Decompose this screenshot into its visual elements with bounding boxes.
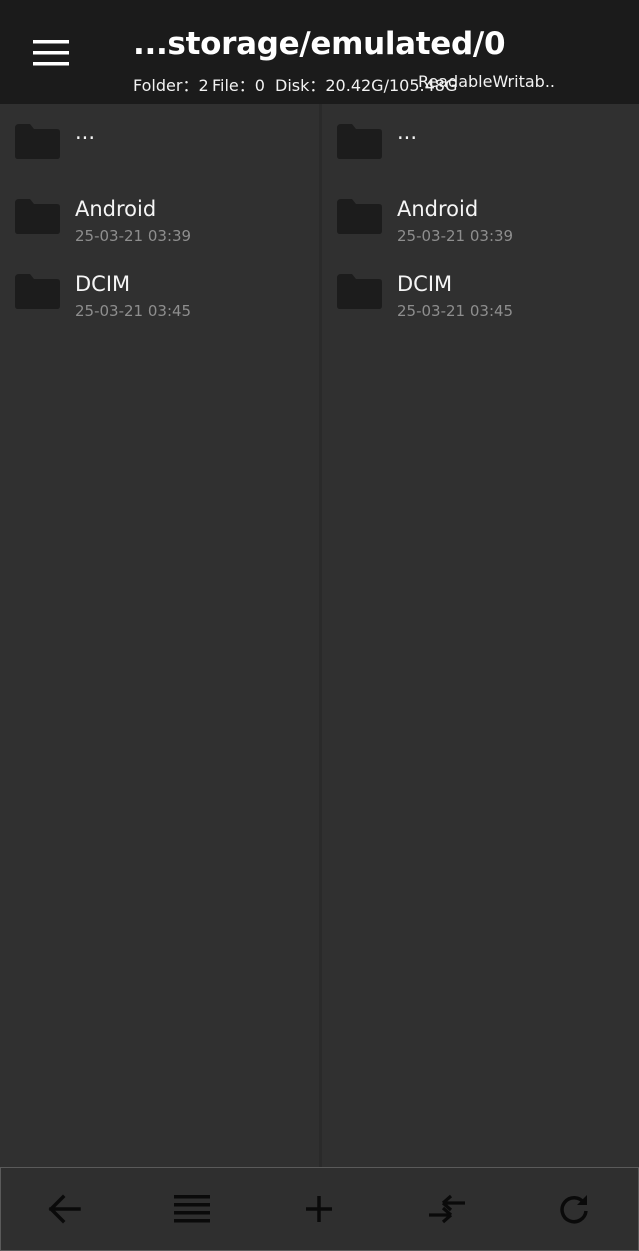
folder-name: DCIM [75, 272, 131, 296]
swap-arrows-icon [428, 1194, 465, 1224]
storage-stats: Folder：2 File：0 Disk：20.42G/105.48G Read… [133, 72, 623, 96]
folder-date: 25-03-21 03:39 [75, 227, 192, 245]
menu-button[interactable] [22, 28, 80, 78]
folder-name: ... [75, 120, 96, 144]
folder-name: DCIM [397, 272, 453, 296]
folder-name: Android [75, 197, 157, 221]
folder-icon [337, 199, 382, 234]
folder-row-dcim[interactable]: DCIM 25-03-21 03:45 [322, 254, 639, 329]
refresh-button[interactable] [542, 1177, 606, 1241]
folder-date: 25-03-21 03:39 [397, 227, 514, 245]
app-header: ...storage/emulated/0 Folder：2 File：0 Di… [0, 0, 639, 104]
folder-row-android[interactable]: Android 25-03-21 03:39 [0, 179, 319, 254]
folder-icon [15, 274, 60, 309]
folder-icon [15, 199, 60, 234]
hamburger-menu-icon [33, 40, 69, 66]
refresh-icon [560, 1195, 588, 1224]
folder-name: ... [397, 120, 418, 144]
parent-folder-row[interactable]: ... [322, 104, 639, 179]
list-view-button[interactable] [160, 1177, 224, 1241]
back-button[interactable] [33, 1177, 97, 1241]
list-icon [174, 1195, 211, 1223]
disk-usage: Disk：20.42G/105.48G [275, 76, 458, 95]
permission-status: ReadableWritab.. [418, 72, 555, 91]
plus-icon [306, 1196, 333, 1222]
add-button[interactable] [287, 1177, 351, 1241]
right-file-pane: ... Android 25-03-21 03:39 DCIM 25-03-21… [322, 104, 639, 1167]
back-arrow-icon [48, 1194, 81, 1224]
left-file-pane: ... Android 25-03-21 03:39 DCIM 25-03-21… [0, 104, 319, 1167]
folder-date: 25-03-21 03:45 [75, 302, 192, 320]
folder-row-dcim[interactable]: DCIM 25-03-21 03:45 [0, 254, 319, 329]
parent-folder-row[interactable]: ... [0, 104, 319, 179]
folder-icon [15, 124, 60, 159]
folder-icon [337, 274, 382, 309]
file-count: File：0 [212, 76, 265, 95]
swap-panes-button[interactable] [415, 1177, 479, 1241]
current-path-title: ...storage/emulated/0 [133, 26, 506, 62]
folder-icon [337, 124, 382, 159]
folder-date: 25-03-21 03:45 [397, 302, 514, 320]
bottom-toolbar [0, 1167, 639, 1251]
folder-row-android[interactable]: Android 25-03-21 03:39 [322, 179, 639, 254]
file-manager-app: ...storage/emulated/0 Folder：2 File：0 Di… [0, 0, 639, 1251]
folder-count: Folder：2 [133, 76, 209, 95]
folder-name: Android [397, 197, 479, 221]
